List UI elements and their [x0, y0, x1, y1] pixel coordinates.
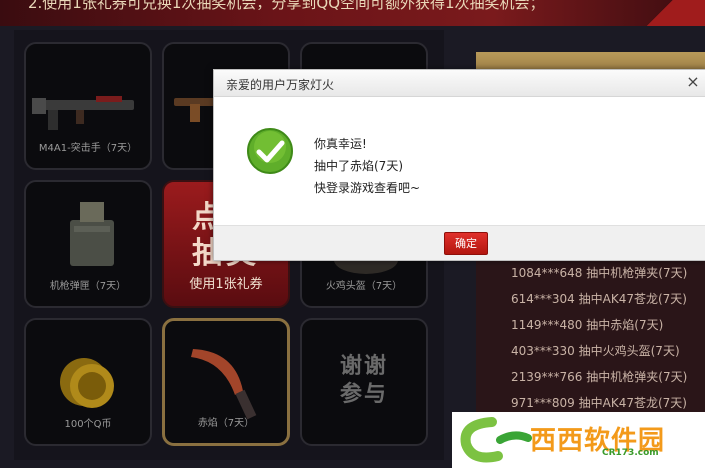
- prize-label: 赤焰（7天）: [197, 418, 255, 429]
- confirm-button[interactable]: 确定: [444, 232, 488, 255]
- dialog-line-hint: 快登录游戏查看吧~: [314, 181, 421, 195]
- dialog-body: 你真幸运! 抽中了赤焰(7天) 快登录游戏查看吧~: [214, 97, 705, 225]
- thanks-line-1: 谢谢: [339, 354, 388, 379]
- winner-row: 614***304 抽中AK47苍龙(7天): [511, 292, 687, 306]
- winner-row: 1084***648 抽中机枪弹夹(7天): [511, 266, 688, 280]
- prize-label: 100个Q币: [64, 419, 112, 430]
- prize-cell-thanks: 谢谢 参与: [300, 318, 428, 446]
- winner-row: 971***809 抽中AK47苍龙(7天): [511, 396, 687, 410]
- dialog-line-prize: 抽中了赤焰(7天): [314, 159, 403, 173]
- dialog-line-lucky: 你真幸运!: [314, 137, 367, 151]
- watermark-logo-icon: [460, 417, 532, 463]
- winner-row: 403***330 抽中火鸡头盔(7天): [511, 344, 680, 358]
- top-banner: 2.使用1张礼券可兑换1次抽奖机会，分享到QQ空间可额外获得1次抽奖机会；: [0, 0, 705, 26]
- thanks-line-2: 参与: [339, 382, 388, 407]
- close-icon[interactable]: ×: [684, 73, 702, 91]
- dialog-header: 亲爱的用户万家灯火 ×: [214, 70, 705, 97]
- draw-subtitle: 使用1张礼券: [189, 277, 263, 292]
- banner-decoration: [615, 0, 705, 26]
- prize-cell-ammo-box: 机枪弹匣（7天）: [24, 180, 152, 308]
- winner-row: 1149***480 抽中赤焰(7天): [511, 318, 664, 332]
- winner-row: 2139***766 抽中机枪弹夹(7天): [511, 370, 688, 384]
- prize-label: M4A1-突击手（7天）: [38, 143, 138, 154]
- watermark-subtext: CR173.com: [602, 448, 659, 458]
- prize-cell-qcoin: 100个Q币: [24, 318, 152, 446]
- prize-label: 机枪弹匣（7天）: [49, 281, 127, 292]
- dialog-footer: 确定: [214, 225, 705, 260]
- prize-label: 火鸡头盔（7天）: [325, 281, 403, 292]
- success-check-icon: [247, 128, 293, 174]
- result-dialog: 亲爱的用户万家灯火 × 你真幸运! 抽中了赤焰(7天) 快登录游戏查看吧~ 确定: [213, 69, 705, 261]
- prize-cell-m4a1: M4A1-突击手（7天）: [24, 42, 152, 170]
- dialog-title: 亲爱的用户万家灯火: [226, 78, 335, 92]
- prize-cell-knife-selected: 赤焰（7天）: [162, 318, 290, 446]
- banner-text: 2.使用1张礼券可兑换1次抽奖机会，分享到QQ空间可额外获得1次抽奖机会；: [28, 0, 545, 12]
